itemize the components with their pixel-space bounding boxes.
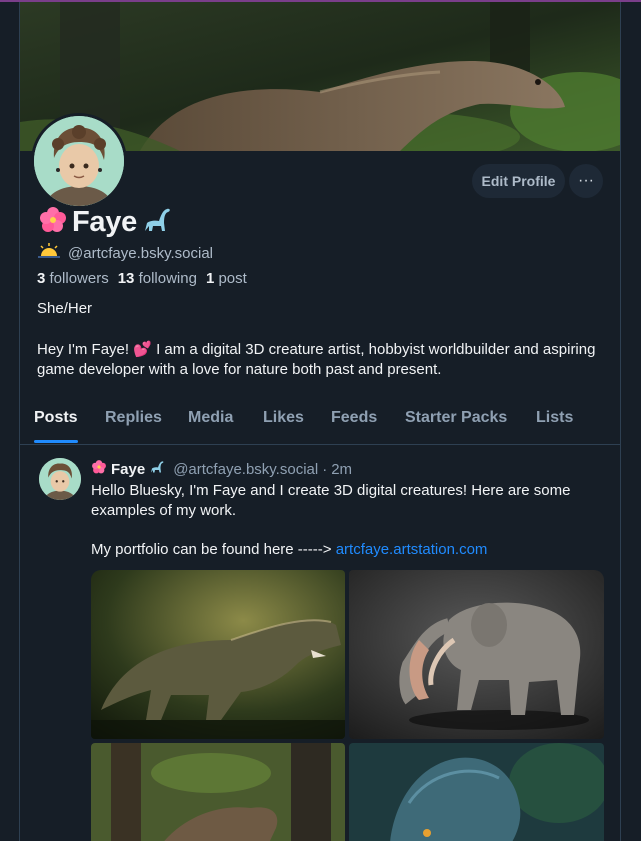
post-text: Hello Bluesky, I'm Faye and I create 3D … (91, 482, 571, 519)
display-name: Faye (72, 206, 137, 238)
posts-label: post (218, 270, 247, 287)
tab-likes[interactable]: Likes (263, 409, 304, 427)
profile-pronouns: She/Her (37, 300, 93, 317)
ellipsis-icon: ··· (578, 172, 594, 189)
post-image-grid (91, 570, 604, 841)
tab-lists[interactable]: Lists (536, 409, 573, 427)
display-name-row: Faye (38, 205, 173, 240)
following-link[interactable]: 13 following (118, 270, 197, 287)
tab-media[interactable]: Media (188, 409, 233, 427)
tab-starter-packs[interactable]: Starter Packs (405, 409, 507, 427)
post-author-name[interactable]: Faye (111, 461, 145, 478)
portfolio-prefix: My portfolio can be found here -----> (91, 541, 336, 558)
hibiscus-emoji-icon (38, 205, 68, 240)
post-image-3[interactable] (91, 743, 345, 841)
handle-row: @artcfaye.bsky.social (38, 243, 213, 263)
profile-bio: Hey I'm Faye! 💕 I am a digital 3D creatu… (37, 341, 596, 378)
feed-post[interactable]: Faye @artcfaye.bsky.social · 2m Hello Bl… (20, 445, 620, 841)
portfolio-link[interactable]: artcfaye.artstation.com (336, 541, 488, 558)
following-count: 13 (117, 270, 135, 287)
profile-column: Edit Profile ··· Faye @artcfaye.bsky.soc… (19, 2, 621, 841)
post-separator: · (322, 460, 328, 478)
post-header: Faye @artcfaye.bsky.social · 2m (91, 459, 352, 479)
profile-tabs: Posts Replies Media Likes Feeds Starter … (20, 400, 620, 445)
posts-stat: 1 post (206, 270, 247, 287)
tab-replies[interactable]: Replies (105, 409, 162, 427)
post-author-avatar[interactable] (39, 458, 81, 500)
post-image-1[interactable] (91, 570, 345, 739)
active-tab-indicator (34, 440, 78, 443)
tab-feeds[interactable]: Feeds (331, 409, 377, 427)
post-author-handle[interactable]: @artcfaye.bsky.social (173, 461, 318, 478)
followers-count: 3 (37, 270, 46, 287)
sauropod-emoji-icon (141, 205, 173, 240)
post-time[interactable]: 2m (331, 461, 352, 478)
followers-label: followers (49, 270, 109, 287)
sunrise-emoji-icon (38, 243, 60, 263)
tab-posts[interactable]: Posts (34, 409, 78, 427)
sauropod-emoji-icon (149, 459, 165, 479)
post-portfolio-line: My portfolio can be found here -----> ar… (91, 541, 487, 558)
followers-link[interactable]: 3 followers (37, 270, 109, 287)
hibiscus-emoji-icon (91, 459, 107, 479)
profile-handle: @artcfaye.bsky.social (68, 244, 213, 262)
post-image-2[interactable] (349, 570, 604, 739)
edit-profile-button[interactable]: Edit Profile (472, 164, 565, 198)
more-options-button[interactable]: ··· (569, 164, 603, 198)
profile-stats: 3 followers 13 following 1 post (37, 270, 247, 287)
posts-count: 1 (205, 270, 215, 287)
following-label: following (138, 270, 197, 287)
post-image-4[interactable] (349, 743, 604, 841)
profile-avatar[interactable] (31, 113, 127, 209)
